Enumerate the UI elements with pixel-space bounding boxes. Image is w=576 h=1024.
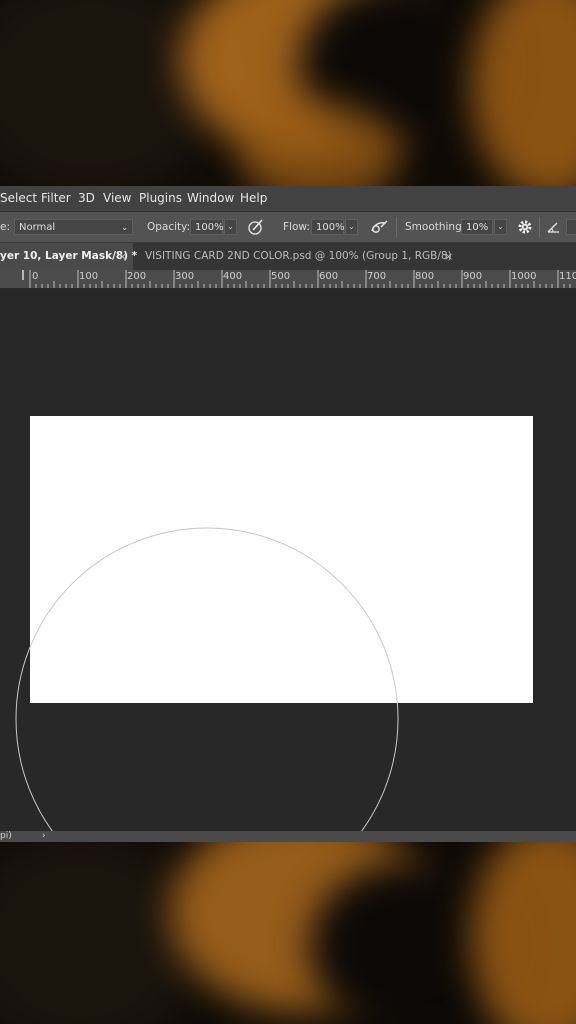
menu-window[interactable]: Window: [187, 186, 234, 211]
angle-icon[interactable]: [545, 218, 563, 236]
pressure-opacity-icon[interactable]: [246, 218, 264, 236]
ruler-label: 400: [223, 271, 243, 282]
smoothing-label: Smoothing:: [405, 221, 466, 233]
tab-visiting-card[interactable]: VISITING CARD 2ND COLOR.psd @ 100% (Grou…: [145, 243, 452, 270]
chevron-right-icon[interactable]: ›: [42, 829, 46, 842]
ruler-label: 1000: [511, 271, 537, 282]
angle-input[interactable]: [566, 219, 576, 235]
ruler-label: 200: [127, 271, 147, 282]
tab-label: yer 10, Layer Mask/8) *: [0, 250, 138, 262]
blend-mode-select[interactable]: Normal ⌄: [14, 219, 133, 235]
flow-input[interactable]: 100%: [311, 219, 345, 235]
tab-label: VISITING CARD 2ND COLOR.psd @ 100% (Grou…: [145, 250, 452, 262]
mode-label: e:: [0, 221, 10, 233]
horizontal-ruler[interactable]: 0 100 200 300 400 500 600 700 800 900 10…: [0, 270, 576, 289]
tool-options-bar: e: Normal ⌄ Opacity: 100% ⌄ Flow: 100% ⌄…: [0, 212, 576, 243]
opacity-input[interactable]: 100%: [190, 219, 224, 235]
opacity-label: Opacity:: [147, 221, 191, 233]
settings-gear-icon[interactable]: [516, 218, 534, 236]
ruler-label: 300: [175, 271, 195, 282]
ruler-label: 700: [367, 271, 387, 282]
brush-cursor-outline: [15, 527, 399, 831]
menu-plugins[interactable]: Plugins: [139, 186, 182, 211]
close-tab-icon[interactable]: ×: [118, 243, 127, 270]
opacity-dropdown[interactable]: ⌄: [224, 219, 237, 235]
chevron-down-icon: ⌄: [121, 223, 128, 232]
canvas-workspace[interactable]: [0, 289, 576, 831]
ruler-label: 100: [79, 271, 99, 282]
airbrush-icon[interactable]: [369, 218, 388, 236]
menu-select[interactable]: Select: [0, 186, 37, 211]
ruler-label: 800: [415, 271, 435, 282]
separator: [396, 217, 397, 237]
close-tab-icon[interactable]: ×: [444, 243, 453, 270]
photoshop-window: Select Filter 3D View Plugins Window Hel…: [0, 186, 576, 842]
menu-view[interactable]: View: [103, 186, 131, 211]
menu-filter[interactable]: Filter: [41, 186, 71, 211]
ruler-label: 600: [319, 271, 339, 282]
ruler-label: 500: [271, 271, 291, 282]
chevron-down-icon: ⌄: [227, 222, 234, 231]
blurred-background-bottom: [0, 842, 576, 1024]
flow-dropdown[interactable]: ⌄: [345, 219, 358, 235]
document-tab-bar: yer 10, Layer Mask/8) * × VISITING CARD …: [0, 243, 576, 270]
status-bar: pi) ›: [0, 831, 576, 842]
flow-label: Flow:: [283, 221, 310, 233]
ruler-label: 0: [32, 271, 39, 282]
blurred-background-top: [0, 0, 576, 186]
menu-bar: Select Filter 3D View Plugins Window Hel…: [0, 186, 576, 212]
status-text: pi): [0, 831, 12, 841]
menu-help[interactable]: Help: [240, 186, 267, 211]
smoothing-input[interactable]: 10%: [461, 219, 493, 235]
blend-mode-value: Normal: [19, 222, 56, 233]
ruler-label: 110: [559, 271, 576, 282]
chevron-down-icon: ⌄: [497, 222, 504, 231]
separator: [539, 217, 540, 237]
menu-3d[interactable]: 3D: [78, 186, 95, 211]
ruler-label: 900: [463, 271, 483, 282]
tab-layer-mask-document[interactable]: yer 10, Layer Mask/8) *: [0, 243, 137, 270]
chevron-down-icon: ⌄: [348, 222, 355, 231]
smoothing-dropdown[interactable]: ⌄: [494, 219, 507, 235]
